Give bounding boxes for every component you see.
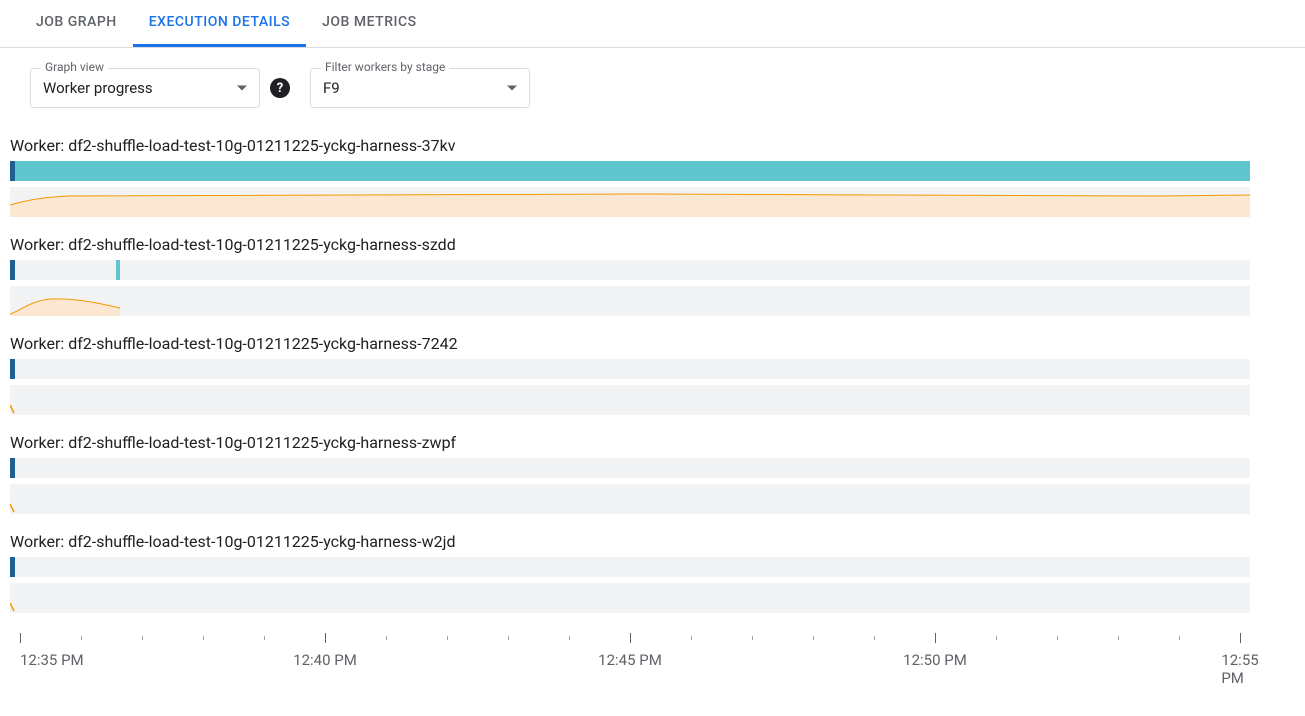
worker-title: Worker: df2-shuffle-load-test-10g-012112… — [10, 524, 1295, 557]
axis-tick-minor — [874, 636, 875, 640]
axis-tick-minor — [691, 636, 692, 640]
axis-tick-minor — [1179, 636, 1180, 640]
sparkline-icon — [10, 583, 1250, 613]
filter-stage-select[interactable]: Filter workers by stage F9 — [310, 68, 530, 108]
axis-tick-major — [935, 633, 936, 643]
axis-tick-minor — [508, 636, 509, 640]
tab-job-metrics[interactable]: JOB METRICS — [306, 0, 432, 47]
time-axis: 12:35 PM12:40 PM12:45 PM12:50 PM12:55 PM — [10, 633, 1250, 683]
progress-bar-segment-dark — [10, 458, 15, 478]
axis-tick-label: 12:45 PM — [598, 651, 662, 669]
axis-tick-major — [325, 633, 326, 643]
progress-bar-track — [10, 359, 1250, 379]
filter-wrapper: Filter workers by stage F9 — [310, 68, 530, 108]
tab-job-graph[interactable]: JOB GRAPH — [20, 0, 133, 47]
progress-bar-track — [10, 260, 1250, 280]
axis-tick-minor — [81, 636, 82, 640]
sparkline-row — [10, 286, 1250, 316]
chevron-down-icon — [507, 86, 517, 91]
axis-tick-label: 12:55 PM — [1221, 651, 1258, 687]
progress-bar-track — [10, 161, 1250, 181]
axis-tick-minor — [386, 636, 387, 640]
sparkline-row — [10, 385, 1250, 415]
axis-tick-minor — [996, 636, 997, 640]
axis-tick-minor — [752, 636, 753, 640]
sparkline-icon — [10, 286, 1250, 316]
worker-block: Worker: df2-shuffle-load-test-10g-012112… — [10, 128, 1295, 217]
axis-tick-minor — [447, 636, 448, 640]
axis-tick-minor — [203, 636, 204, 640]
worker-block: Worker: df2-shuffle-load-test-10g-012112… — [10, 326, 1295, 415]
axis-tick-major — [20, 633, 21, 643]
graph-view-wrapper: Graph view Worker progress ? — [30, 68, 290, 108]
progress-bar-segment-dark — [10, 359, 15, 379]
filter-stage-value: F9 — [323, 79, 340, 97]
progress-bar-track — [10, 458, 1250, 478]
progress-bar-segment-dark — [10, 260, 15, 280]
graph-view-value: Worker progress — [43, 79, 153, 97]
tab-execution-details[interactable]: EXECUTION DETAILS — [133, 0, 306, 47]
worker-title: Worker: df2-shuffle-load-test-10g-012112… — [10, 326, 1295, 359]
chart-area: Worker: df2-shuffle-load-test-10g-012112… — [0, 118, 1305, 613]
sparkline-icon — [10, 385, 1250, 415]
progress-bar-segment-light — [15, 161, 1250, 181]
controls-row: Graph view Worker progress ? Filter work… — [0, 48, 1305, 118]
axis-tick-label: 12:50 PM — [903, 651, 967, 669]
axis-tick-minor — [264, 636, 265, 640]
tabs-bar: JOB GRAPH EXECUTION DETAILS JOB METRICS — [0, 0, 1305, 48]
worker-block: Worker: df2-shuffle-load-test-10g-012112… — [10, 524, 1295, 613]
progress-bar-track — [10, 557, 1250, 577]
filter-stage-label: Filter workers by stage — [321, 60, 449, 74]
axis-tick-label: 12:35 PM — [20, 651, 84, 669]
axis-tick-minor — [142, 636, 143, 640]
worker-block: Worker: df2-shuffle-load-test-10g-012112… — [10, 425, 1295, 514]
worker-title: Worker: df2-shuffle-load-test-10g-012112… — [10, 128, 1295, 161]
axis-tick-major — [630, 633, 631, 643]
axis-tick-major — [1240, 633, 1241, 643]
worker-title: Worker: df2-shuffle-load-test-10g-012112… — [10, 425, 1295, 458]
sparkline-row — [10, 583, 1250, 613]
axis-tick-minor — [1118, 636, 1119, 640]
axis-tick-label: 12:40 PM — [293, 651, 357, 669]
axis-tick-minor — [813, 636, 814, 640]
sparkline-row — [10, 484, 1250, 514]
worker-block: Worker: df2-shuffle-load-test-10g-012112… — [10, 227, 1295, 316]
chevron-down-icon — [237, 86, 247, 91]
sparkline-icon — [10, 187, 1250, 217]
axis-tick-minor — [569, 636, 570, 640]
sparkline-icon — [10, 484, 1250, 514]
help-icon[interactable]: ? — [270, 78, 290, 98]
sparkline-row — [10, 187, 1250, 217]
progress-bar-segment-light — [116, 260, 120, 280]
graph-view-select[interactable]: Graph view Worker progress — [30, 68, 260, 108]
graph-view-label: Graph view — [41, 60, 108, 74]
worker-title: Worker: df2-shuffle-load-test-10g-012112… — [10, 227, 1295, 260]
progress-bar-segment-dark — [10, 557, 15, 577]
axis-tick-minor — [1057, 636, 1058, 640]
